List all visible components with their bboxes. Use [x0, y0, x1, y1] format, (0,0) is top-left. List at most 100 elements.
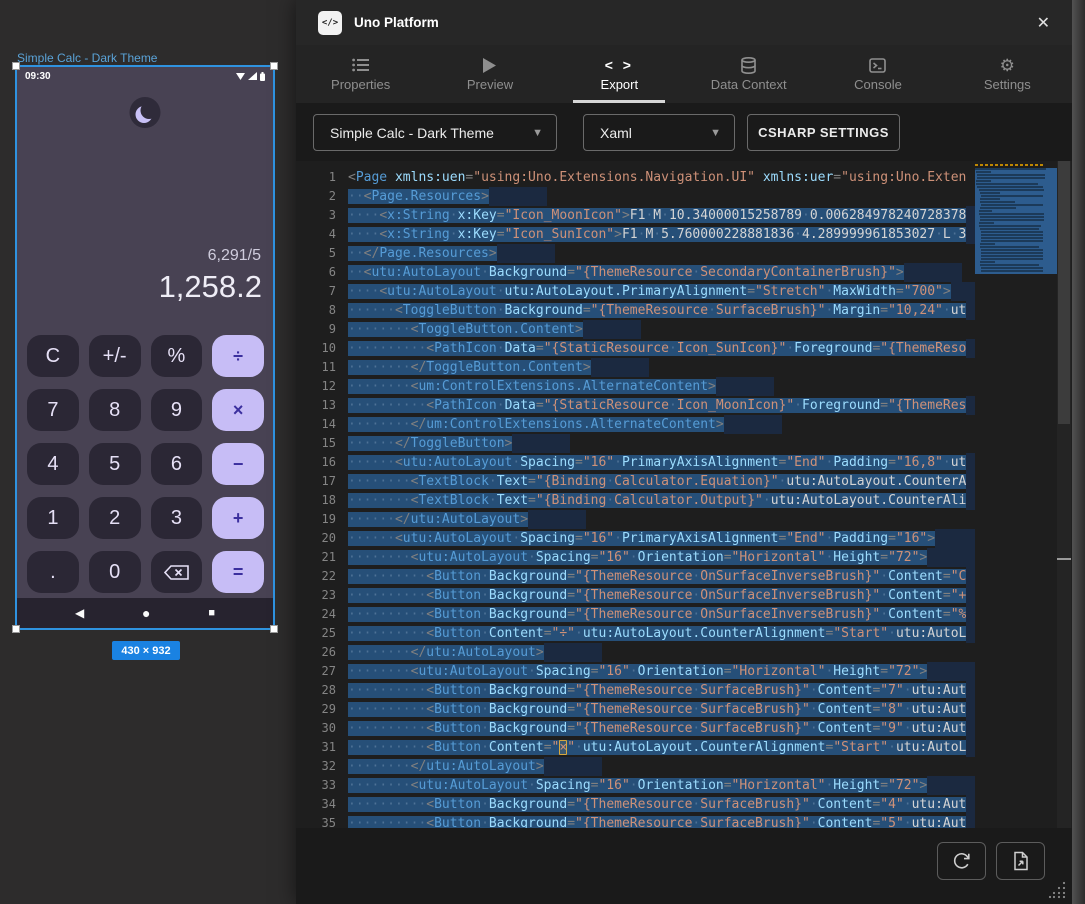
code-line[interactable]: 26········</utu:AutoLayout>	[296, 643, 975, 662]
export-file-button[interactable]	[996, 842, 1045, 880]
key-%[interactable]: %	[151, 335, 203, 377]
code-line[interactable]: 10··········<PathIcon·Data="{StaticResou…	[296, 339, 975, 358]
tab-export[interactable]: < >Export	[555, 45, 684, 103]
android-nav-bar: ◀ ● ■	[17, 598, 273, 628]
key-×[interactable]: ×	[212, 389, 264, 431]
code-editor[interactable]: 1<Page xmlns:uen="using:Uno.Extensions.N…	[296, 161, 1072, 828]
code-line[interactable]: 27········<utu:AutoLayout·Spacing="16"·O…	[296, 662, 975, 681]
code-line[interactable]: 21········<utu:AutoLayout·Spacing="16"·O…	[296, 548, 975, 567]
key-+/-[interactable]: +/-	[89, 335, 141, 377]
key-3[interactable]: 3	[151, 497, 203, 539]
minimap[interactable]	[975, 166, 1057, 822]
code-line[interactable]: 5··</Page.Resources>	[296, 244, 975, 263]
code-line[interactable]: 23··········<Button·Background="{ThemeRe…	[296, 586, 975, 605]
recent-icon[interactable]: ■	[208, 607, 215, 619]
code-line[interactable]: 8······<ToggleButton·Background="{ThemeR…	[296, 301, 975, 320]
key-backspace[interactable]	[151, 551, 203, 593]
key-C[interactable]: C	[27, 335, 79, 377]
code-line[interactable]: 6··<utu:AutoLayout·Background="{ThemeRes…	[296, 263, 975, 282]
close-icon[interactable]: ✕	[1037, 13, 1050, 33]
line-number: 28	[296, 681, 336, 700]
code-line[interactable]: 11········</ToggleButton.Content>	[296, 358, 975, 377]
theme-toggle-button[interactable]	[130, 97, 161, 128]
line-number: 31	[296, 738, 336, 757]
code-line[interactable]: 16······<utu:AutoLayout·Spacing="16"·Pri…	[296, 453, 975, 472]
code-line[interactable]: 33········<utu:AutoLayout·Spacing="16"·O…	[296, 776, 975, 795]
key-6[interactable]: 6	[151, 443, 203, 485]
key-=[interactable]: =	[212, 551, 264, 593]
key-8[interactable]: 8	[89, 389, 141, 431]
code-line[interactable]: 18········<TextBlock·Text="{Binding·Calc…	[296, 491, 975, 510]
code-line[interactable]: 20······<utu:AutoLayout·Spacing="16"·Pri…	[296, 529, 975, 548]
minimap-line	[977, 177, 1045, 179]
key-.[interactable]: .	[27, 551, 79, 593]
refresh-button[interactable]	[937, 842, 986, 880]
scrollbar-thumb[interactable]	[1058, 161, 1070, 424]
play-icon	[483, 56, 496, 74]
key-−[interactable]: −	[212, 443, 264, 485]
minimap-line	[980, 207, 1016, 209]
key-÷[interactable]: ÷	[212, 335, 264, 377]
key-4[interactable]: 4	[27, 443, 79, 485]
minimap-line	[980, 264, 1039, 266]
minimap-line	[981, 258, 1043, 260]
minimap-line	[981, 267, 1043, 269]
code-line[interactable]: 17········<TextBlock·Text="{Binding·Calc…	[296, 472, 975, 491]
desktop: Simple Calc - Dark Theme 09:30 6,291/5 1…	[0, 0, 1085, 904]
key-1[interactable]: 1	[27, 497, 79, 539]
selection-handle-top-right[interactable]	[270, 62, 278, 70]
code-line[interactable]: 4····<x:String·x:Key="Icon_SunIcon">F1·M…	[296, 225, 975, 244]
code-line[interactable]: 1<Page xmlns:uen="using:Uno.Extensions.N…	[296, 168, 975, 187]
battery-icon	[260, 72, 265, 81]
code-line[interactable]: 32········</utu:AutoLayout>	[296, 757, 975, 776]
csharp-settings-button[interactable]: CSHARP SETTINGS	[747, 114, 900, 151]
key-9[interactable]: 9	[151, 389, 203, 431]
code-line[interactable]: 2··<Page.Resources>	[296, 187, 975, 206]
code-line[interactable]: 29··········<Button·Background="{ThemeRe…	[296, 700, 975, 719]
selection-handle-bottom-left[interactable]	[12, 625, 20, 633]
vertical-scrollbar[interactable]	[1057, 161, 1071, 828]
line-number: 22	[296, 567, 336, 586]
selection-handle-top-left[interactable]	[12, 62, 20, 70]
tab-data-context[interactable]: Data Context	[684, 45, 813, 103]
export-file-icon	[1012, 851, 1030, 871]
code-line[interactable]: 14········</um:ControlExtensions.Alterna…	[296, 415, 975, 434]
code-line[interactable]: 19······</utu:AutoLayout>	[296, 510, 975, 529]
code-line[interactable]: 22··········<Button·Background="{ThemeRe…	[296, 567, 975, 586]
key-5[interactable]: 5	[89, 443, 141, 485]
code-line[interactable]: 7····<utu:AutoLayout·utu:AutoLayout.Prim…	[296, 282, 975, 301]
code-line[interactable]: 35··········<Button·Background="{ThemeRe…	[296, 814, 975, 828]
code-line[interactable]: 31··········<Button·Content="×"·utu:Auto…	[296, 738, 975, 757]
home-icon[interactable]: ●	[142, 605, 150, 621]
tab-properties[interactable]: Properties	[296, 45, 425, 103]
code-line[interactable]: 30··········<Button·Background="{ThemeRe…	[296, 719, 975, 738]
code-line[interactable]: 9········<ToggleButton.Content>	[296, 320, 975, 339]
tab-settings[interactable]: ⚙Settings	[943, 45, 1072, 103]
selection-handle-bottom-right[interactable]	[270, 625, 278, 633]
line-number: 18	[296, 491, 336, 510]
key-2[interactable]: 2	[89, 497, 141, 539]
phone-artboard[interactable]: 09:30 6,291/5 1,258.2 C+/-%÷789×456−123+…	[15, 65, 275, 630]
code-line[interactable]: 12········<um:ControlExtensions.Alternat…	[296, 377, 975, 396]
code-lines[interactable]: 1<Page xmlns:uen="using:Uno.Extensions.N…	[296, 168, 975, 828]
line-number: 4	[296, 225, 336, 244]
code-line[interactable]: 25··········<Button·Content="÷"·utu:Auto…	[296, 624, 975, 643]
key-0[interactable]: 0	[89, 551, 141, 593]
line-number: 8	[296, 301, 336, 320]
tab-bar: PropertiesPreview< >ExportData ContextCo…	[296, 45, 1072, 103]
resize-grip[interactable]	[1048, 881, 1066, 899]
key-7[interactable]: 7	[27, 389, 79, 431]
theme-dropdown[interactable]: Simple Calc - Dark Theme ▼	[313, 114, 557, 151]
code-line[interactable]: 34··········<Button·Background="{ThemeRe…	[296, 795, 975, 814]
tab-console[interactable]: Console	[813, 45, 942, 103]
code-line[interactable]: 13··········<PathIcon·Data="{StaticResou…	[296, 396, 975, 415]
back-icon[interactable]: ◀	[75, 606, 84, 620]
code-line[interactable]: 24··········<Button·Background="{ThemeRe…	[296, 605, 975, 624]
line-number: 29	[296, 700, 336, 719]
format-dropdown[interactable]: Xaml ▼	[583, 114, 735, 151]
key-+[interactable]: +	[212, 497, 264, 539]
tab-preview[interactable]: Preview	[425, 45, 554, 103]
code-line[interactable]: 3····<x:String·x:Key="Icon_MoonIcon">F1·…	[296, 206, 975, 225]
code-line[interactable]: 28··········<Button·Background="{ThemeRe…	[296, 681, 975, 700]
code-line[interactable]: 15······</ToggleButton>	[296, 434, 975, 453]
